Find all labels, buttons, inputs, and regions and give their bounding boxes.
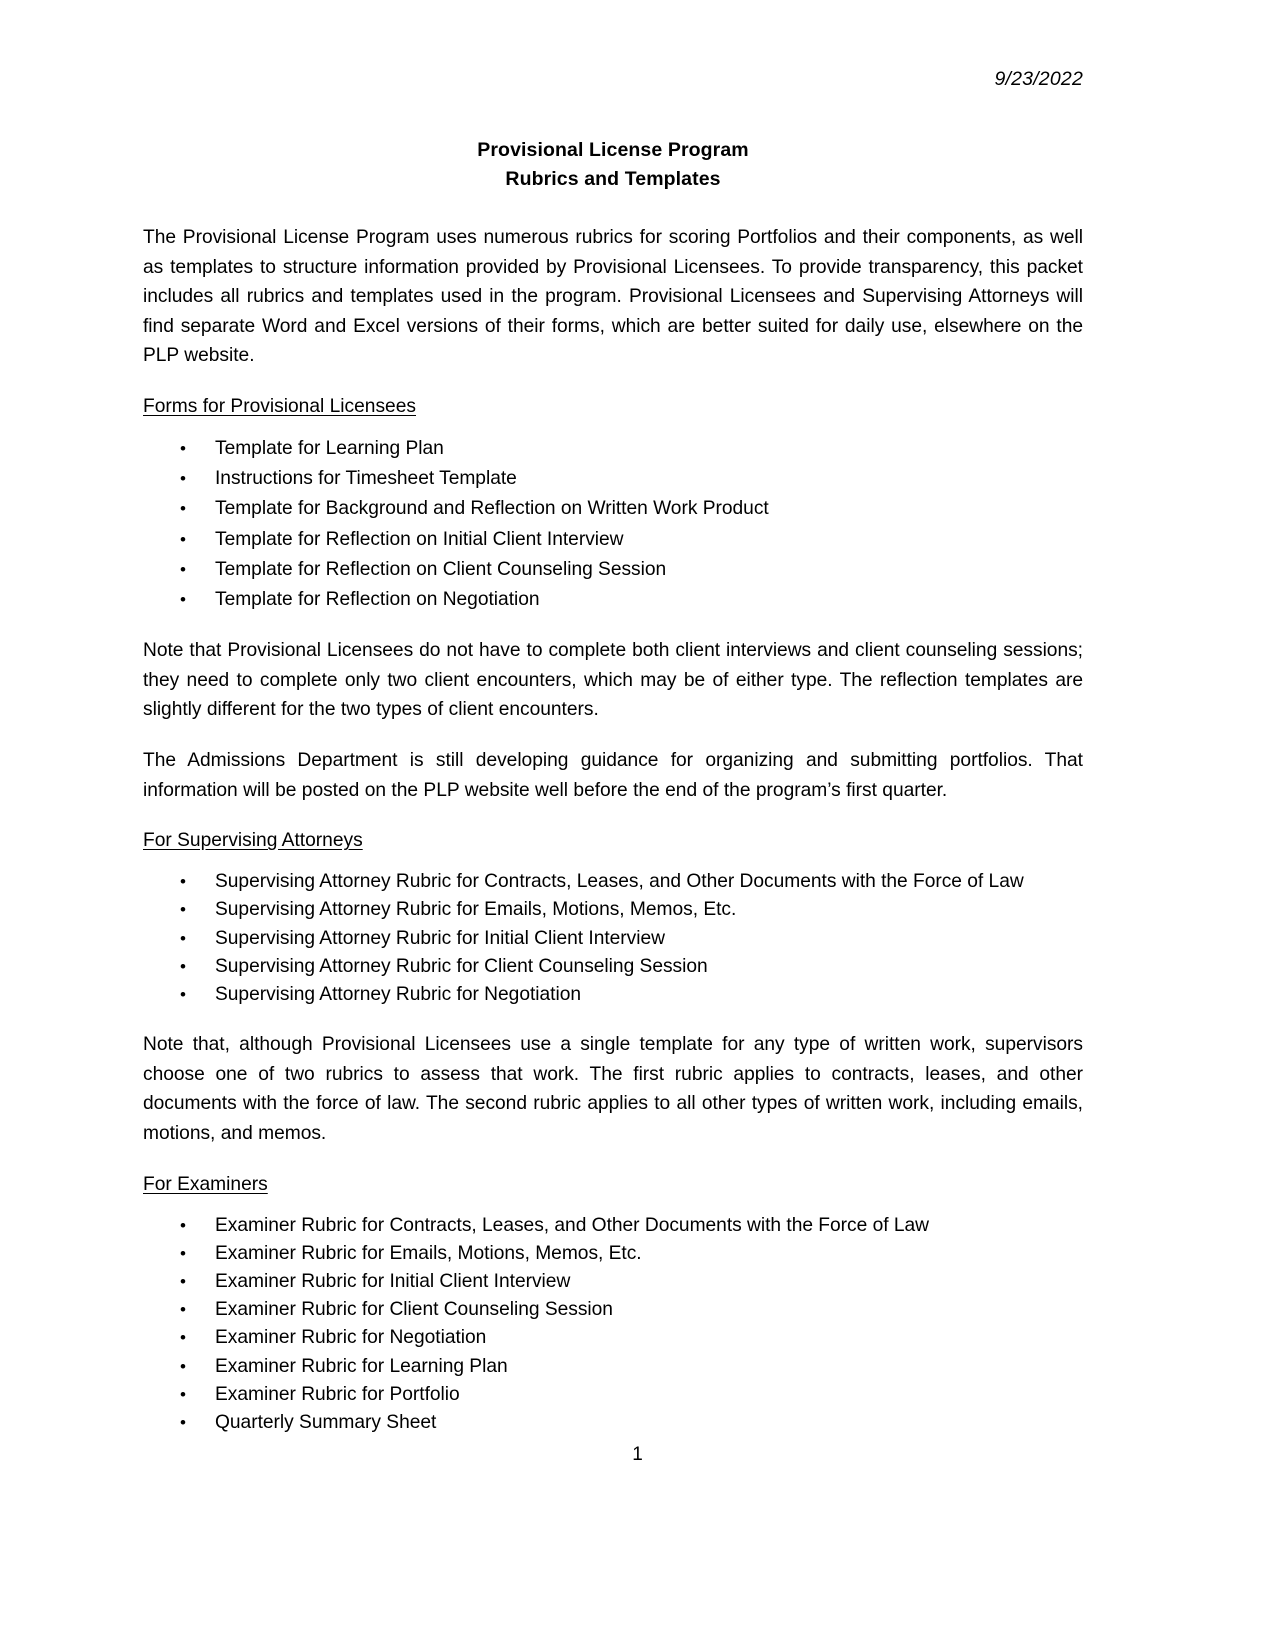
list-item: • Supervising Attorney Rubric for Contrac… bbox=[143, 868, 1083, 896]
list-item: • Examiner Rubric for Client Counseling S… bbox=[143, 1296, 1083, 1324]
list-item: • Examiner Rubric for Initial Client Inte… bbox=[143, 1268, 1083, 1296]
licensee-forms-list: • Template for Learning Plan • Instruction… bbox=[143, 434, 1083, 615]
list-item-label: Examiner Rubric for Emails, Motions, Mem… bbox=[215, 1242, 642, 1264]
list-item-label: Examiner Rubric for Portfolio bbox=[215, 1383, 460, 1405]
list-item-label: Template for Reflection on Client Counse… bbox=[215, 558, 667, 580]
bullet-icon: • bbox=[180, 1300, 186, 1320]
title-line-secondary: Rubrics and Templates bbox=[505, 167, 721, 190]
bullet-icon: • bbox=[180, 1271, 186, 1291]
list-item: • Instructions for Timesheet Template bbox=[143, 464, 1083, 494]
list-item: • Template for Learning Plan bbox=[143, 434, 1083, 464]
bullet-icon: • bbox=[180, 872, 186, 892]
section-examiners-heading-row: For Examiners bbox=[143, 1171, 1083, 1199]
bullet-icon: • bbox=[180, 469, 186, 489]
list-item-label: Template for Reflection on Initial Clien… bbox=[215, 528, 624, 550]
list-item-label: Supervising Attorney Rubric for Negotiat… bbox=[215, 983, 582, 1005]
bullet-icon: • bbox=[180, 928, 186, 948]
note-admissions: The Admissions Department is still devel… bbox=[143, 749, 1083, 801]
bullet-icon: • bbox=[180, 1412, 186, 1432]
intro-paragraph: The Provisional License Program uses num… bbox=[143, 227, 1083, 367]
list-item-label: Examiner Rubric for Negotiation bbox=[215, 1327, 487, 1349]
section-heading-supervising-attorneys: For Supervising Attorneys bbox=[143, 830, 363, 852]
examiner-rubrics-list: • Examiner Rubric for Contracts, Leases, … bbox=[143, 1212, 1083, 1438]
bullet-icon: • bbox=[180, 1215, 186, 1235]
list-item-label: Template for Learning Plan bbox=[215, 437, 444, 459]
list-item: • Supervising Attorney Rubric for Client … bbox=[143, 953, 1083, 981]
bullet-icon: • bbox=[180, 529, 186, 549]
list-item: • Examiner Rubric for Emails, Motions, Me… bbox=[143, 1240, 1083, 1268]
list-item-label: Examiner Rubric for Learning Plan bbox=[215, 1355, 508, 1377]
page-number: 1 bbox=[632, 1444, 643, 1465]
bullet-icon: • bbox=[180, 589, 186, 609]
bullet-icon: • bbox=[180, 1384, 186, 1404]
bullet-icon: • bbox=[180, 438, 186, 458]
list-item: • Examiner Rubric for Portfolio bbox=[143, 1381, 1083, 1409]
list-item-label: Supervising Attorney Rubric for Emails, … bbox=[215, 899, 737, 921]
bullet-icon: • bbox=[180, 956, 186, 976]
list-item-label: Supervising Attorney Rubric for Contract… bbox=[215, 871, 1024, 893]
list-item-label: Instructions for Timesheet Template bbox=[215, 468, 517, 490]
list-item-label: Quarterly Summary Sheet bbox=[215, 1411, 437, 1433]
title-line-primary: Provisional License Program bbox=[477, 139, 749, 161]
document-date: 9/23/2022 bbox=[994, 68, 1083, 90]
bullet-icon: • bbox=[180, 499, 186, 519]
section-licensees-heading-row: Forms for Provisional Licensees bbox=[143, 393, 1083, 421]
list-item: • Template for Reflection on Initial Clie… bbox=[143, 525, 1083, 555]
list-item-label: Examiner Rubric for Initial Client Inter… bbox=[215, 1270, 571, 1292]
list-item: • Supervising Attorney Rubric for Emails,… bbox=[143, 896, 1083, 924]
list-item: • Supervising Attorney Rubric for Negotia… bbox=[143, 981, 1083, 1009]
bullet-icon: • bbox=[180, 984, 186, 1004]
bullet-icon: • bbox=[180, 1356, 186, 1376]
page-title: Provisional License Program Rubrics and … bbox=[143, 136, 1083, 193]
list-item-label: Examiner Rubric for Client Counseling Se… bbox=[215, 1299, 613, 1321]
section-heading-examiners: For Examiners bbox=[143, 1173, 268, 1195]
bullet-icon: • bbox=[180, 559, 186, 579]
list-item: • Examiner Rubric for Learning Plan bbox=[143, 1353, 1083, 1381]
note-rubric-choice: Note that, although Provisional Licensee… bbox=[143, 1034, 1083, 1144]
supervising-attorney-rubrics-list: • Supervising Attorney Rubric for Contrac… bbox=[143, 868, 1083, 1009]
list-item: • Examiner Rubric for Contracts, Leases, … bbox=[143, 1212, 1083, 1240]
list-item-label: Template for Background and Reflection o… bbox=[215, 498, 769, 520]
section-heading-licensees: Forms for Provisional Licensees bbox=[143, 395, 416, 417]
list-item-label: Supervising Attorney Rubric for Initial … bbox=[215, 927, 665, 949]
list-item: • Template for Background and Reflection … bbox=[143, 494, 1083, 524]
bullet-icon: • bbox=[180, 900, 186, 920]
list-item: • Supervising Attorney Rubric for Initial… bbox=[143, 925, 1083, 953]
note-client-encounters: Note that Provisional Licensees do not h… bbox=[143, 640, 1083, 721]
list-item: • Examiner Rubric for Negotiation bbox=[143, 1324, 1083, 1352]
bullet-icon: • bbox=[180, 1328, 186, 1348]
list-item-label: Supervising Attorney Rubric for Client C… bbox=[215, 955, 708, 977]
document-page: 9/23/2022 Provisional License Program Ru… bbox=[0, 0, 1275, 1650]
list-item: • Template for Reflection on Negotiation bbox=[143, 585, 1083, 615]
document-body: 9/23/2022 Provisional License Program Ru… bbox=[143, 0, 1083, 1437]
list-item-label: Template for Reflection on Negotiation bbox=[215, 588, 540, 610]
list-item: • Quarterly Summary Sheet bbox=[143, 1409, 1083, 1437]
section-supervising-attorneys-heading-row: For Supervising Attorneys bbox=[143, 827, 1083, 855]
bullet-icon: • bbox=[180, 1243, 186, 1263]
list-item-label: Examiner Rubric for Contracts, Leases, a… bbox=[215, 1214, 929, 1236]
list-item: • Template for Reflection on Client Couns… bbox=[143, 555, 1083, 585]
